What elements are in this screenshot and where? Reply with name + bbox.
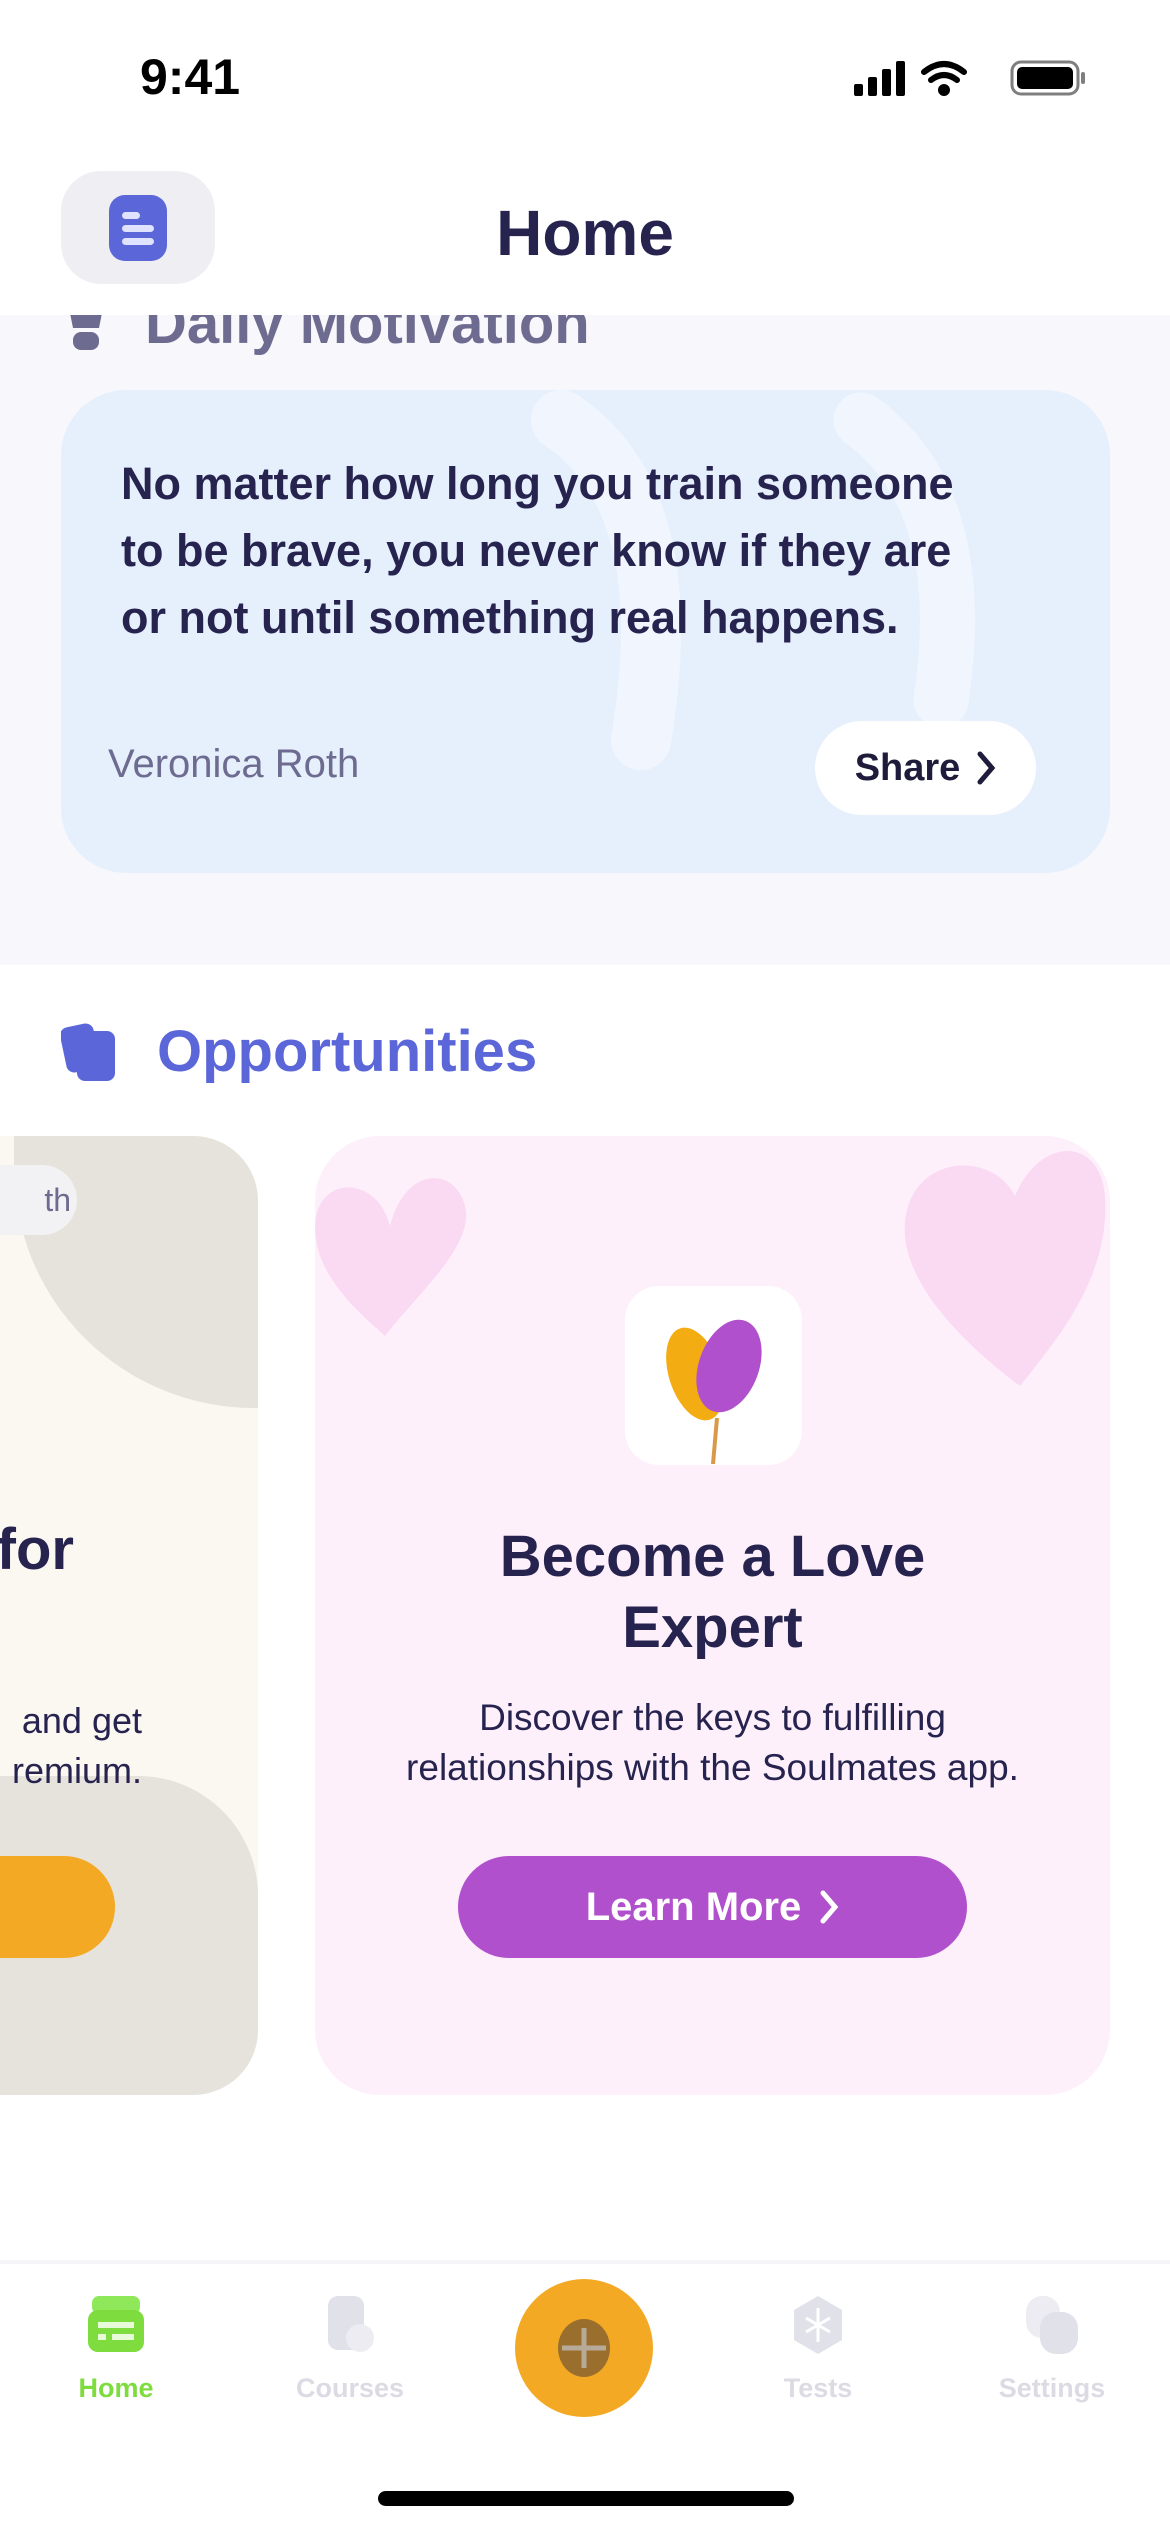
opportunity-card-love-expert[interactable]: Become a Love Expert Discover the keys to… [315, 1136, 1110, 2095]
battery-icon [1010, 60, 1085, 96]
tab-label: Home [78, 2373, 154, 2403]
status-icons [854, 60, 1085, 96]
card-title: Become a Love Expert [499, 1524, 926, 1660]
status-bar: 9:41 [0, 0, 1170, 160]
card-title: for [0, 1517, 74, 1582]
card-description: and get remium. [11, 1700, 142, 1791]
tab-home[interactable]: Home [16, 2296, 216, 2404]
share-label: Share [854, 746, 961, 789]
page-title: Home [496, 197, 674, 269]
chevron-right-icon [820, 1890, 839, 1924]
plus-icon [558, 2319, 610, 2377]
tab-label: Settings [998, 2373, 1106, 2403]
quote-author: Veronica Roth [108, 742, 360, 786]
card-cta-button[interactable] [0, 1856, 115, 1958]
soulmates-logo [666, 1319, 762, 1465]
button-label: Learn More [585, 1884, 802, 1929]
cards-icon [61, 1022, 115, 1081]
tests-icon [794, 2296, 842, 2354]
courses-icon [328, 2296, 374, 2352]
section-title: Opportunities [157, 1019, 538, 1084]
learn-more-button[interactable]: Learn More [458, 1856, 967, 1958]
opportunity-card-premium[interactable]: th for and get remium. [0, 1136, 258, 2095]
quote-text: No matter how long you train someone to … [121, 458, 954, 643]
add-button[interactable] [515, 2279, 653, 2417]
tab-tests[interactable]: Tests [718, 2296, 918, 2404]
tab-courses[interactable]: Courses [250, 2296, 450, 2404]
home-icon [88, 2296, 144, 2352]
settings-icon [1026, 2296, 1078, 2354]
header: Home [0, 160, 1170, 315]
status-time: 9:41 [140, 49, 241, 105]
tab-label: Tests [783, 2373, 853, 2403]
opportunities-heading: Opportunities [61, 1018, 537, 1085]
signal-icon [854, 61, 905, 96]
chevron-right-icon [977, 751, 996, 785]
home-indicator[interactable] [378, 2491, 794, 2506]
card-description: Discover the keys to fulfilling relations… [406, 1697, 1019, 1788]
wifi-icon [921, 61, 967, 96]
soulmates-app-icon [625, 1286, 802, 1465]
card-badge: th [0, 1165, 77, 1235]
tab-label: Courses [295, 2373, 405, 2403]
quote-card: No matter how long you train someone to … [61, 390, 1110, 873]
share-button[interactable]: Share [815, 721, 1036, 815]
heart-decoration [315, 1178, 467, 1336]
tab-settings[interactable]: Settings [952, 2296, 1152, 2404]
heart-decoration [904, 1151, 1106, 1386]
